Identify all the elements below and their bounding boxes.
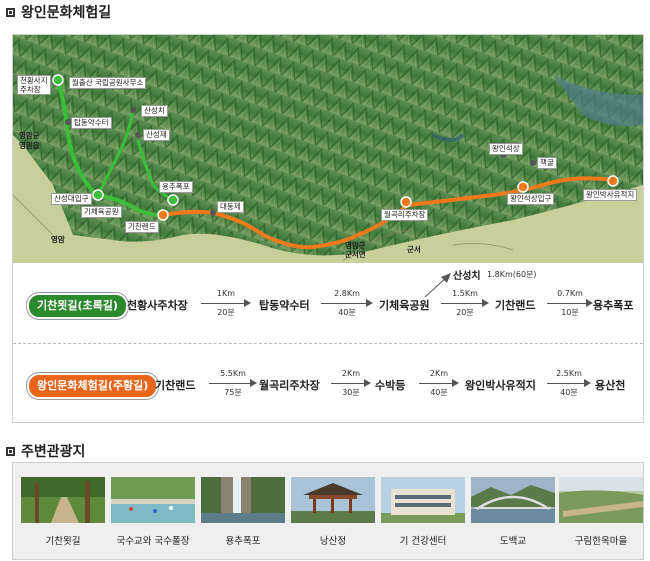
village-photo[interactable] — [559, 477, 643, 523]
building-photo[interactable] — [381, 477, 465, 523]
map-label-wolgok: 월곡리주차장 — [381, 209, 429, 221]
route-row-orange: 왕인문화체험길(주황길) 기찬랜드 5.5Km 75분 월곡리주차장 2Km 3… — [13, 355, 643, 411]
green-segment-4: 0.7Km 10분 — [547, 289, 593, 319]
orange-segment-2: 2Km 30분 — [331, 369, 371, 399]
orange-stop-5: 용산천 — [595, 379, 626, 392]
gallery-item[interactable]: 도백교 — [471, 477, 555, 547]
forest-path-photo[interactable] — [21, 477, 105, 523]
map-label-tapdong: 탑동약수터 — [71, 117, 112, 129]
green-stop-5: 용추폭포 — [593, 299, 634, 312]
orange-segment-3: 2Km 40분 — [419, 369, 459, 399]
green-stop-1: 천황사주차장 — [127, 299, 188, 312]
map-label-yeongam: 영암 — [51, 235, 65, 244]
orange-stop-2: 월곡리주차장 — [259, 379, 320, 392]
section-title-nearby: 주변관광지 — [21, 444, 86, 460]
gallery-caption: 국수교와 국수폴장 — [116, 536, 190, 547]
map-label-gym-park: 기체육공원 — [81, 206, 122, 218]
river-pool-photo[interactable] — [111, 477, 195, 523]
orange-stop-1: 기찬랜드 — [155, 379, 196, 392]
map-label-gun-office: 영암군 군서면 — [345, 241, 366, 259]
gallery-item[interactable]: 기찬묏길 — [21, 477, 105, 547]
bridge-photo[interactable] — [471, 477, 555, 523]
gallery-item[interactable]: 국수교와 국수폴장 — [111, 477, 195, 547]
nearby-gallery: 기찬묏길 국수교와 국수폴장 용추폭포 낭산정 기 건강센터 도백교 구림한옥마… — [12, 462, 644, 560]
route-row-green: 기찬묏길(초록길) 천황사주차장 1Km 20분 탑동약수터 2.8Km 40분… — [13, 275, 643, 331]
bullet-square-icon — [6, 7, 15, 17]
trail-map-panel: 천황사지 주차장 월출산 국립공원사무소 탑동약수터 산성치 산성재 산성대입구… — [12, 34, 644, 423]
green-stop-3: 기체육공원 — [379, 299, 430, 312]
map-label-county-office: 영암군 영암읍 — [19, 131, 40, 150]
route-name-orange: 왕인문화체험길(주황길) — [27, 373, 159, 399]
orange-stop-3: 수박등 — [375, 379, 406, 392]
map-label-park-office: 월출산 국립공원사무소 — [69, 77, 147, 89]
section-header-nearby: 주변관광지 — [6, 441, 85, 461]
map-label-parking: 천황사지 주차장 — [17, 75, 51, 95]
waterfall-photo[interactable] — [201, 477, 285, 523]
gallery-caption: 낭산정 — [319, 536, 347, 547]
trail-map — [13, 35, 643, 263]
gallery-item[interactable]: 낭산정 — [291, 477, 375, 547]
map-label-chaekgul: 책굴 — [537, 157, 557, 169]
orange-stop-4: 왕인박사유적지 — [465, 379, 536, 392]
green-segment-2: 2.8Km 40분 — [321, 289, 373, 319]
gallery-item[interactable]: 용추폭포 — [201, 477, 285, 547]
gallery-caption: 기 건강센터 — [399, 536, 447, 547]
green-segment-1: 1Km 20분 — [201, 289, 251, 319]
bullet-square-icon — [6, 446, 15, 456]
map-label-gichan: 기찬랜드 — [125, 221, 159, 233]
map-label-wangin-site: 왕인석상 — [489, 143, 523, 155]
orange-segment-4: 2.5Km 40분 — [547, 369, 591, 399]
map-label-yongchu: 용추폭포 — [159, 181, 193, 193]
route-name-green: 기찬묏길(초록길) — [27, 293, 128, 319]
map-label-gunseo: 군서 — [407, 245, 421, 254]
section-header-main: 왕인문화체험길 — [6, 2, 111, 22]
map-label-sanseong-gate: 산성대입구 — [51, 193, 92, 205]
gallery-caption: 기찬묏길 — [45, 536, 81, 547]
route-divider — [13, 343, 643, 344]
green-stop-4: 기찬랜드 — [495, 299, 536, 312]
map-label-sanseongchi: 산성치 — [141, 105, 168, 117]
map-label-wangin-entrance: 왕인석상입구 — [507, 193, 555, 205]
green-stop-2: 탑동약수터 — [259, 299, 310, 312]
map-label-daedong: 대동제 — [217, 201, 244, 213]
green-segment-3: 1.5Km 20분 — [441, 289, 489, 319]
section-title-main: 왕인문화체험길 — [21, 5, 112, 21]
gallery-item[interactable]: 구림한옥마을 — [559, 477, 643, 547]
gallery-caption: 용추폭포 — [225, 536, 261, 547]
map-label-wangin-relic: 왕인박사유적지 — [583, 189, 638, 201]
orange-segment-1: 5.5Km 75분 — [209, 369, 257, 399]
map-label-sanseongjae: 산성재 — [143, 129, 170, 141]
pavilion-photo[interactable] — [291, 477, 375, 523]
gallery-item[interactable]: 기 건강센터 — [381, 477, 465, 547]
gallery-caption: 도백교 — [499, 536, 527, 547]
gallery-caption: 구림한옥마을 — [574, 536, 628, 547]
